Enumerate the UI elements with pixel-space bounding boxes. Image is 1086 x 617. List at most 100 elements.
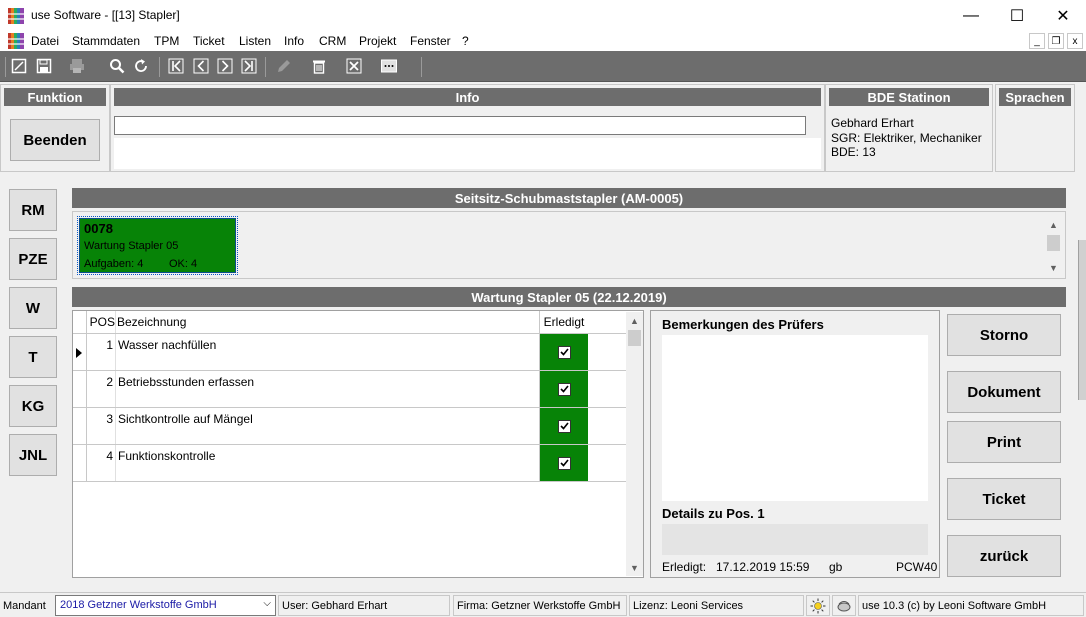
toolbar-separator [5, 57, 6, 77]
jnl-button[interactable]: JNL [9, 434, 57, 476]
row-erledigt-cell[interactable] [540, 334, 588, 370]
row-erledigt-cell[interactable] [540, 371, 588, 407]
card-scrollbar[interactable]: ▲ ▼ [1045, 216, 1062, 276]
edit-icon[interactable] [10, 57, 28, 75]
maintenance-card[interactable]: 0078 Wartung Stapler 05 Aufgaben: 4 OK: … [79, 218, 236, 273]
table-row[interactable]: 3 Sichtkontrolle auf Mängel [73, 408, 627, 445]
mdi-restore-button[interactable]: ❐ [1048, 33, 1064, 49]
toolbar-separator [265, 57, 266, 77]
scroll-thumb[interactable] [1047, 235, 1060, 251]
first-record-icon[interactable] [167, 57, 185, 75]
scroll-up-icon[interactable]: ▲ [1045, 216, 1062, 233]
erledigt-checkbox[interactable] [557, 456, 571, 470]
row-pos: 4 [106, 449, 113, 463]
minimize-button[interactable]: — [948, 0, 994, 31]
save-icon[interactable] [35, 57, 53, 75]
card-name: Wartung Stapler 05 [84, 240, 179, 252]
erledigt-checkbox[interactable] [557, 382, 571, 396]
w-button[interactable]: W [9, 287, 57, 329]
details-field[interactable] [662, 524, 928, 555]
row-erledigt-cell[interactable] [540, 445, 588, 481]
menu-help[interactable]: ? [462, 34, 469, 48]
scroll-up-icon[interactable]: ▲ [626, 312, 643, 329]
refresh-icon[interactable] [132, 57, 150, 75]
toolbar-separator [159, 57, 160, 77]
remarks-textarea[interactable] [662, 335, 928, 501]
cancel-icon[interactable] [345, 57, 363, 75]
zurueck-button[interactable]: zurück [947, 535, 1061, 577]
machine-card-area: 0078 Wartung Stapler 05 Aufgaben: 4 OK: … [72, 211, 1066, 279]
menu-tpm[interactable]: TPM [154, 34, 179, 48]
beenden-button[interactable]: Beenden [10, 119, 100, 161]
print-icon[interactable] [68, 57, 86, 75]
row-pos: 3 [106, 412, 113, 426]
row-bezeichnung: Sichtkontrolle auf Mängel [118, 412, 253, 426]
erledigt-checkbox[interactable] [557, 419, 571, 433]
erledigt-pc: PCW40 [896, 560, 938, 574]
next-record-icon[interactable] [216, 57, 234, 75]
column-header-bezeichnung[interactable]: Bezeichnung [117, 311, 537, 333]
task-grid[interactable]: POS Bezeichnung Erledigt 1 Wasser nachfü… [72, 310, 644, 578]
t-button[interactable]: T [9, 336, 57, 378]
ticket-button[interactable]: Ticket [947, 478, 1061, 520]
row-pos: 2 [106, 375, 113, 389]
column-header-pos[interactable]: POS [87, 311, 115, 333]
bde-panel: BDE Statinon Gebhard Erhart SGR: Elektri… [825, 84, 993, 172]
row-erledigt-cell[interactable] [540, 408, 588, 444]
row-bezeichnung: Betriebsstunden erfassen [118, 375, 255, 389]
mdi-close-button[interactable]: x [1067, 33, 1083, 49]
scroll-down-icon[interactable]: ▼ [626, 559, 643, 576]
mdi-minimize-button[interactable]: _ [1029, 33, 1045, 49]
right-splitter[interactable] [1078, 240, 1086, 400]
close-button[interactable]: ✕ [1040, 0, 1086, 31]
menu-fenster[interactable]: Fenster [410, 34, 451, 48]
sprachen-panel: Sprachen [995, 84, 1075, 172]
menu-crm[interactable]: CRM [319, 34, 346, 48]
table-row[interactable]: 2 Betriebsstunden erfassen [73, 371, 627, 408]
sun-icon[interactable] [806, 595, 830, 616]
menu-listen[interactable]: Listen [239, 34, 271, 48]
mandant-label: Mandant [3, 599, 46, 612]
card-number: 0078 [84, 221, 113, 236]
rm-button[interactable]: RM [9, 189, 57, 231]
erledigt-checkbox[interactable] [557, 345, 571, 359]
scroll-thumb[interactable] [628, 330, 641, 346]
print-button[interactable]: Print [947, 421, 1061, 463]
menu-projekt[interactable]: Projekt [359, 34, 396, 48]
mandant-select[interactable]: 2018 Getzner Werkstoffe GmbH ⌵ [55, 595, 276, 616]
delete-icon[interactable] [310, 57, 328, 75]
previous-record-icon[interactable] [192, 57, 210, 75]
erledigt-user: gb [829, 560, 843, 574]
grid-scrollbar[interactable]: ▲ ▼ [626, 312, 643, 576]
remarks-panel: Bemerkungen des Prüfers Details zu Pos. … [650, 310, 940, 578]
network-icon[interactable] [832, 595, 856, 616]
menu-info[interactable]: Info [284, 34, 304, 48]
funktion-panel: Funktion Beenden [0, 84, 110, 172]
edit-disabled-icon[interactable] [275, 57, 293, 75]
menu-datei[interactable]: Datei [31, 34, 59, 48]
row-bezeichnung: Funktionskontrolle [118, 449, 216, 463]
scroll-down-icon[interactable]: ▼ [1045, 259, 1062, 276]
table-row[interactable]: 1 Wasser nachfüllen [73, 334, 627, 371]
menu-ticket[interactable]: Ticket [193, 34, 225, 48]
pze-button[interactable]: PZE [9, 238, 57, 280]
menu-stammdaten[interactable]: Stammdaten [72, 34, 140, 48]
more-icon[interactable] [380, 57, 398, 75]
storno-button[interactable]: Storno [947, 314, 1061, 356]
funktion-header: Funktion [4, 88, 106, 106]
last-record-icon[interactable] [240, 57, 258, 75]
firma-info: Firma: Getzner Werkstoffe GmbH [453, 595, 627, 616]
chevron-down-icon[interactable]: ⌵ [263, 598, 271, 609]
toolbar-separator [421, 57, 422, 77]
maximize-button[interactable]: ☐ [994, 0, 1040, 31]
maintenance-card-focus[interactable]: 0078 Wartung Stapler 05 Aufgaben: 4 OK: … [77, 216, 238, 275]
dokument-button[interactable]: Dokument [947, 371, 1061, 413]
info-input[interactable] [114, 116, 806, 135]
app-logo-icon [8, 33, 24, 49]
table-row[interactable]: 4 Funktionskontrolle [73, 445, 627, 482]
kg-button[interactable]: KG [9, 385, 57, 427]
column-header-erledigt[interactable]: Erledigt [540, 311, 588, 333]
machine-title: Seitsitz-Schubmaststapler (AM-0005) [72, 188, 1066, 208]
title-bar: use Software - [[13] Stapler] — ☐ ✕ [0, 0, 1086, 31]
search-icon[interactable] [108, 57, 126, 75]
